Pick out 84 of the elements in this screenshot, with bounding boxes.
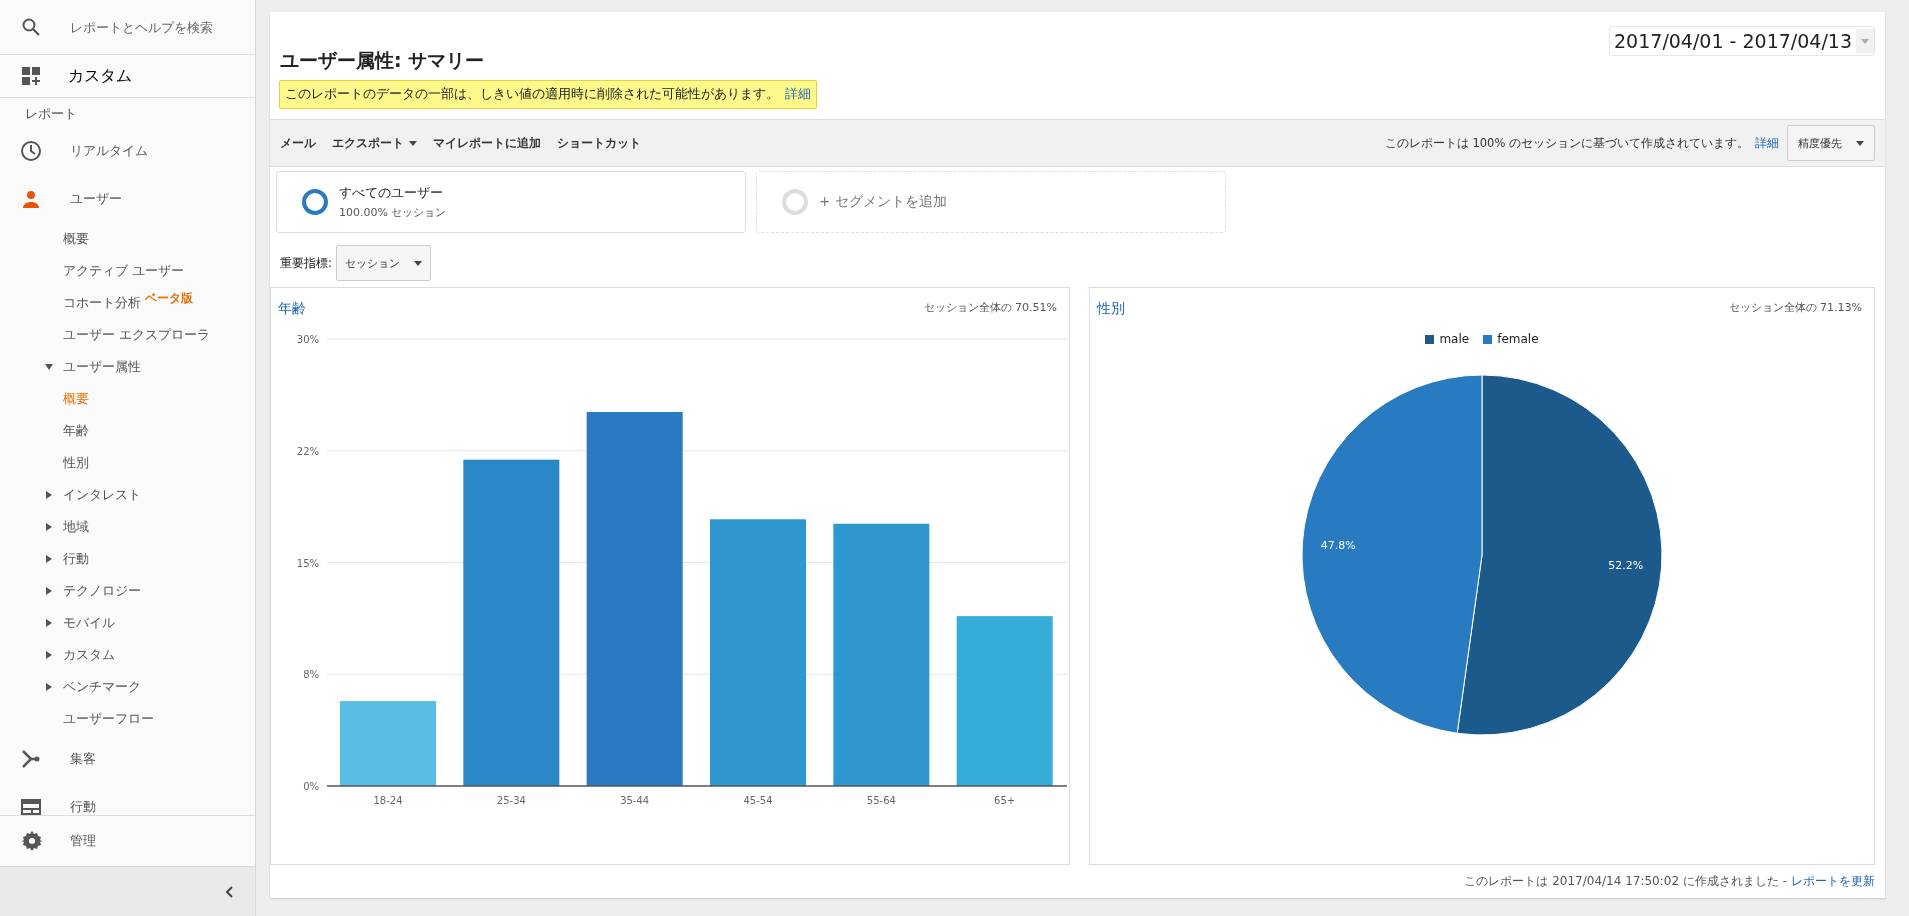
- section-label: レポート: [24, 105, 78, 123]
- search-icon: [22, 18, 40, 36]
- slice-label: 52.2%: [1608, 558, 1644, 572]
- branch-icon: [21, 749, 41, 769]
- panel-title: 性別: [1097, 300, 1125, 318]
- search-field[interactable]: レポートとヘルプを検索: [68, 18, 252, 36]
- toolbar-action[interactable]: メール: [280, 135, 316, 151]
- nav-subitem[interactable]: カスタム: [0, 639, 255, 671]
- nav-subitem[interactable]: コホート分析 ベータ版: [0, 287, 255, 319]
- x-tick-label: 65+: [994, 795, 1016, 806]
- collapsed-arrow-icon: [46, 587, 52, 595]
- legend-label: female: [1497, 332, 1539, 346]
- collapsed-arrow-icon: [46, 683, 52, 691]
- collapsed-arrow-icon: [46, 651, 52, 659]
- y-tick-label: 22%: [296, 445, 319, 457]
- segment-ring-icon: [781, 188, 809, 216]
- nav-subitem[interactable]: ユーザーフロー: [0, 703, 255, 735]
- caret-icon: [1861, 38, 1869, 44]
- coverage-text: セッション全体の 70.51%: [923, 300, 1057, 316]
- x-tick-label: 35-44: [620, 795, 650, 806]
- collapsed-arrow-icon: [46, 619, 52, 627]
- details-link[interactable]: 詳細: [1755, 135, 1779, 151]
- toolbar-action[interactable]: エクスポート: [332, 135, 417, 151]
- nav-subitem[interactable]: ユーザー エクスプローラ: [0, 319, 255, 351]
- segment-card[interactable]: すべてのユーザー 100.00% セッション: [276, 171, 746, 233]
- toolbar-action[interactable]: マイレポートに追加: [433, 135, 541, 151]
- nav-item[interactable]: 集客: [0, 735, 255, 783]
- nav-subitem[interactable]: テクノロジー: [0, 575, 255, 607]
- caret-icon: [409, 140, 417, 146]
- nav-subitem[interactable]: 行動: [0, 543, 255, 575]
- custom-nav-item[interactable]: カスタム: [0, 55, 255, 98]
- nav-subitem[interactable]: ベンチマーク: [0, 671, 255, 703]
- nav-item[interactable]: ユーザー: [0, 175, 255, 223]
- nav-subitem[interactable]: アクティブ ユーザー: [0, 255, 255, 287]
- generated-text: このレポートは 2017/04/14 17:50:02 に作成されました -: [1464, 873, 1787, 890]
- notice-text: このレポートのデータの一部は、しきい値の適用時に削除された可能性があります。: [285, 86, 779, 101]
- metric-dropdown[interactable]: セッション: [336, 245, 432, 281]
- x-tick-label: 55-64: [866, 795, 896, 806]
- segment-detail: 100.00% セッション: [339, 205, 447, 220]
- panel-title: 年齢: [278, 300, 306, 318]
- layout-icon: [21, 799, 41, 815]
- x-tick-label: 18-24: [373, 795, 403, 806]
- y-tick-label: 8%: [303, 669, 319, 681]
- y-tick-label: 30%: [296, 334, 319, 345]
- nav-subitem[interactable]: 概要: [0, 223, 255, 255]
- details-link[interactable]: 詳細: [785, 86, 811, 101]
- chevron-left-icon[interactable]: [225, 885, 233, 898]
- nav-subitem[interactable]: 地域: [0, 511, 255, 543]
- y-tick-label: 15%: [296, 557, 319, 569]
- refresh-report-link[interactable]: レポートを更新: [1791, 873, 1875, 890]
- coverage-text: セッション全体の 71.13%: [1728, 300, 1862, 316]
- metric-label: 重要指標:: [280, 254, 333, 272]
- precision-dropdown[interactable]: 精度優先: [1787, 125, 1875, 161]
- legend-label: male: [1439, 332, 1470, 346]
- slice-label: 47.8%: [1320, 539, 1356, 553]
- collapsed-arrow-icon: [46, 523, 52, 531]
- nav-subitem[interactable]: ユーザー属性: [0, 351, 255, 383]
- segment-ring-icon: [301, 188, 329, 216]
- add-segment-card[interactable]: + セグメントを追加: [756, 171, 1226, 233]
- nav-item[interactable]: リアルタイム: [0, 127, 255, 175]
- nav-subitem[interactable]: 年齢: [0, 415, 255, 447]
- date-range-picker[interactable]: 2017/04/01 - 2017/04/13: [1609, 26, 1875, 56]
- x-tick-label: 25-34: [496, 795, 526, 806]
- caret-icon: [1856, 140, 1864, 146]
- gear-icon: [22, 831, 42, 851]
- sampling-text: このレポートは 100% のセッションに基づいて作成されています。: [1384, 135, 1749, 151]
- segment-name: すべてのユーザー: [339, 184, 444, 202]
- segment-name: + セグメントを追加: [819, 193, 947, 211]
- collapsed-arrow-icon: [46, 491, 52, 499]
- nav-subitem[interactable]: 性別: [0, 447, 255, 479]
- dashboard-add-icon: [22, 67, 40, 85]
- y-tick-label: 0%: [303, 781, 319, 792]
- expanded-arrow-icon: [45, 364, 53, 370]
- caret-icon: [414, 260, 423, 266]
- toolbar-action[interactable]: ショートカット: [557, 135, 641, 151]
- collapsed-arrow-icon: [46, 555, 52, 563]
- report-title: ユーザー属性: サマリー: [280, 48, 485, 73]
- person-icon: [22, 190, 40, 208]
- nav-subitem[interactable]: インタレスト: [0, 479, 255, 511]
- nav-subitem[interactable]: モバイル: [0, 607, 255, 639]
- nav-item[interactable]: 行動: [0, 783, 255, 815]
- beta-label: ベータ版: [145, 290, 193, 307]
- x-tick-label: 45-54: [743, 795, 773, 806]
- clock-icon: [20, 140, 42, 162]
